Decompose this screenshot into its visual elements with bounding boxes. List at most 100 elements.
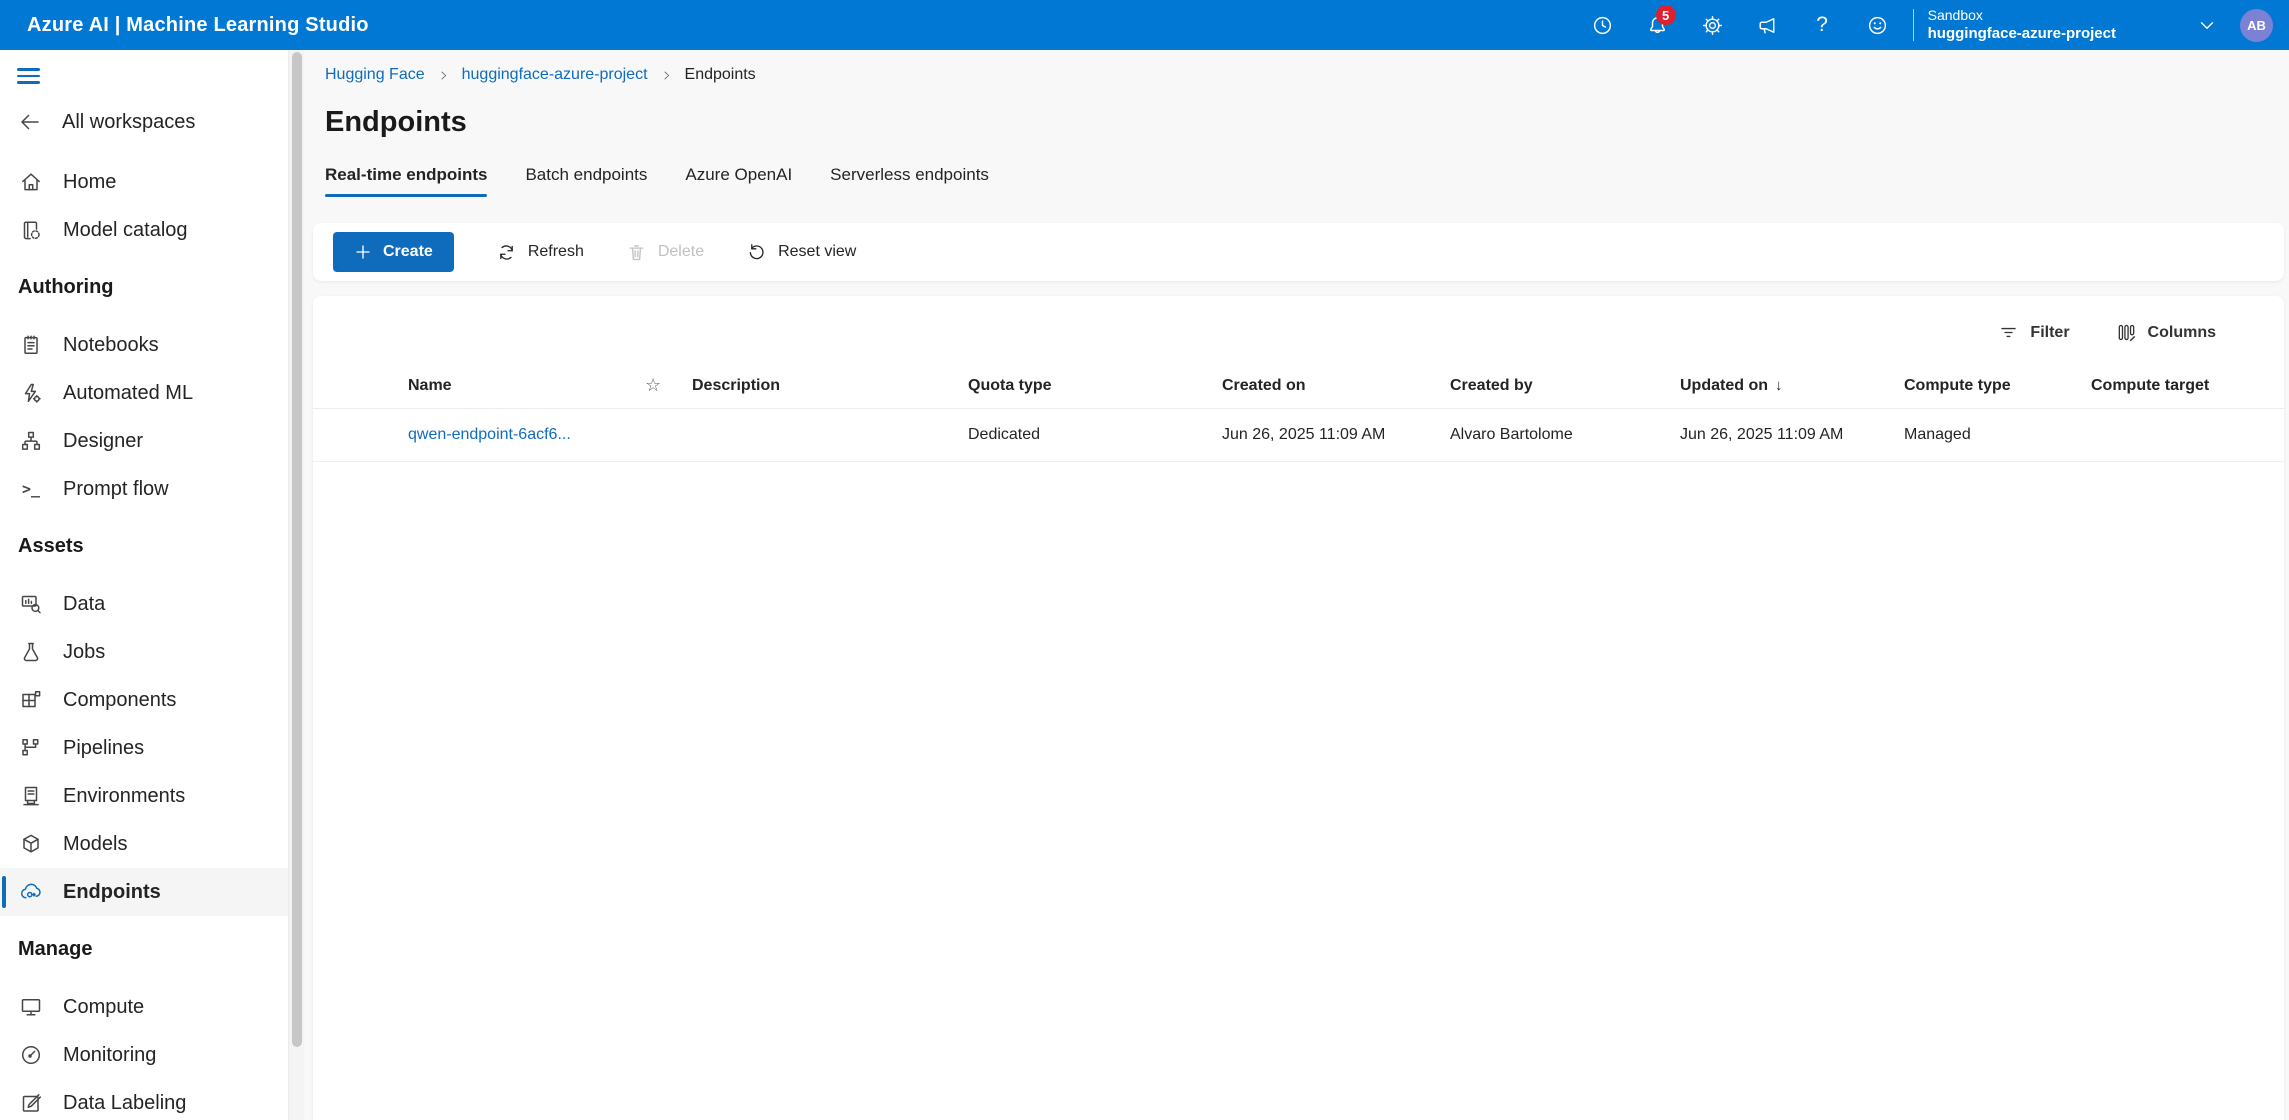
breadcrumb-hugging-face[interactable]: Hugging Face: [325, 66, 425, 84]
sidebar-item-home[interactable]: Home: [0, 158, 288, 206]
refresh-button[interactable]: Refresh: [496, 242, 584, 263]
sidebar-scrollbar-thumb[interactable]: [292, 52, 302, 1047]
sidebar-item-automated-ml[interactable]: Automated ML: [0, 369, 288, 417]
smiley-feedback-button[interactable]: [1850, 0, 1905, 50]
column-header-description[interactable]: Description: [692, 377, 968, 395]
command-bar: Create Refresh Delete Reset view: [313, 223, 2284, 281]
endpoints-cloud-icon: [19, 880, 43, 904]
cube-icon: [19, 832, 43, 856]
sidebar-item-label: Components: [63, 689, 176, 712]
history-button[interactable]: [1575, 0, 1630, 50]
undo-arrow-icon: [746, 242, 767, 263]
column-header-compute-target[interactable]: Compute target: [2091, 377, 2284, 395]
chevron-down-icon: [2196, 14, 2218, 36]
columns-button-label: Columns: [2148, 324, 2216, 342]
lightning-gear-icon: [19, 381, 43, 405]
flask-icon: [19, 640, 43, 664]
sidebar-item-model-catalog[interactable]: Model catalog: [0, 206, 288, 254]
workspace-switcher[interactable]: Sandbox huggingface-azure-project: [1928, 6, 2116, 44]
sidebar-item-label: Compute: [63, 996, 144, 1019]
breadcrumb-project[interactable]: huggingface-azure-project: [462, 66, 648, 84]
column-header-created-by[interactable]: Created by: [1450, 377, 1680, 395]
sidebar-item-notebooks[interactable]: Notebooks: [0, 321, 288, 369]
tab-serverless-endpoints[interactable]: Serverless endpoints: [830, 165, 989, 197]
sidebar-item-compute[interactable]: Compute: [0, 983, 288, 1031]
sidebar-item-monitoring[interactable]: Monitoring: [0, 1031, 288, 1079]
tab-azure-openai[interactable]: Azure OpenAI: [685, 165, 792, 197]
trash-icon: [626, 242, 647, 263]
sidebar-item-label: Prompt flow: [63, 478, 169, 501]
smiley-icon: [1866, 14, 1889, 37]
row-quota-type-cell: Dedicated: [968, 426, 1222, 444]
settings-button[interactable]: [1685, 0, 1740, 50]
filter-button[interactable]: Filter: [1998, 322, 2069, 343]
delete-button[interactable]: Delete: [626, 242, 704, 263]
nav-collapse-button[interactable]: [0, 58, 288, 94]
home-icon: [19, 170, 43, 194]
row-updated-on-cell: Jun 26, 2025 11:09 AM: [1680, 426, 1904, 444]
column-header-compute-type[interactable]: Compute type: [1904, 377, 2091, 395]
column-header-quota-type[interactable]: Quota type: [968, 377, 1222, 395]
breadcrumb: Hugging Face huggingface-azure-project E…: [325, 66, 2289, 84]
gauge-icon: [19, 1043, 43, 1067]
plus-icon: [354, 243, 372, 261]
filter-button-label: Filter: [2030, 324, 2069, 342]
table-controls: Filter Columns: [313, 296, 2284, 351]
label-pen-icon: [19, 1091, 43, 1115]
columns-button[interactable]: Columns: [2116, 322, 2216, 343]
column-header-name[interactable]: Name: [408, 377, 645, 395]
feedback-button[interactable]: [1740, 0, 1795, 50]
reset-view-button-label: Reset view: [778, 243, 856, 261]
create-button[interactable]: Create: [333, 232, 454, 272]
sidebar-item-designer[interactable]: Designer: [0, 417, 288, 465]
sidebar-item-pipelines[interactable]: Pipelines: [0, 724, 288, 772]
sidebar-item-label: Automated ML: [63, 382, 193, 405]
left-navigation: All workspaces Home Model catalog Author…: [0, 50, 288, 1120]
avatar[interactable]: AB: [2240, 9, 2273, 42]
all-workspaces-back[interactable]: All workspaces: [0, 100, 288, 144]
workspace-chevron-button[interactable]: [2196, 14, 2218, 36]
sidebar-scrollbar-track[interactable]: [288, 50, 304, 1120]
monitor-icon: [19, 995, 43, 1019]
column-header-created-on[interactable]: Created on: [1222, 377, 1450, 395]
sidebar-item-jobs[interactable]: Jobs: [0, 628, 288, 676]
sidebar-item-label: Model catalog: [63, 219, 188, 242]
favorite-star-icon[interactable]: ☆: [645, 375, 692, 396]
sidebar-item-label: Designer: [63, 430, 143, 453]
table-header-row: Name ☆ Description Quota type Created on…: [313, 363, 2284, 409]
reset-view-button[interactable]: Reset view: [746, 242, 856, 263]
sidebar-item-label: Home: [63, 171, 116, 194]
sidebar-item-data-labeling[interactable]: Data Labeling: [0, 1079, 288, 1120]
sidebar-item-prompt-flow[interactable]: >_ Prompt flow: [0, 465, 288, 513]
sort-descending-icon: ↓: [1775, 377, 1783, 394]
all-workspaces-label: All workspaces: [62, 111, 195, 134]
sidebar-item-environments[interactable]: Environments: [0, 772, 288, 820]
tab-batch-endpoints[interactable]: Batch endpoints: [525, 165, 647, 197]
sidebar-item-label: Data Labeling: [63, 1092, 186, 1115]
sidebar-item-endpoints[interactable]: Endpoints: [0, 868, 288, 916]
create-button-label: Create: [383, 243, 433, 261]
column-header-updated-on[interactable]: Updated on↓: [1680, 377, 1904, 395]
environments-icon: [19, 784, 43, 808]
sidebar-item-label: Environments: [63, 785, 185, 808]
chevron-right-icon: [660, 69, 673, 82]
selected-indicator: [2, 876, 6, 908]
sidebar-item-data[interactable]: Data: [0, 580, 288, 628]
sidebar-item-label: Pipelines: [63, 737, 144, 760]
table-row[interactable]: qwen-endpoint-6acf6... Dedicated Jun 26,…: [313, 409, 2284, 462]
filter-icon: [1998, 322, 2019, 343]
endpoint-name-link[interactable]: qwen-endpoint-6acf6...: [408, 426, 645, 444]
megaphone-icon: [1756, 14, 1779, 37]
sidebar-item-label: Notebooks: [63, 334, 159, 357]
tab-real-time-endpoints[interactable]: Real-time endpoints: [325, 165, 487, 197]
refresh-button-label: Refresh: [528, 243, 584, 261]
sidebar-item-models[interactable]: Models: [0, 820, 288, 868]
sidebar-section-authoring: Authoring: [0, 265, 288, 309]
app-title: Azure AI | Machine Learning Studio: [27, 14, 369, 37]
topbar-actions: 5 ? Sandbox huggingface-azure-project: [1575, 0, 2289, 50]
help-button[interactable]: ?: [1795, 0, 1850, 50]
gear-icon: [1701, 14, 1724, 37]
data-search-icon: [19, 592, 43, 616]
notifications-button[interactable]: 5: [1630, 0, 1685, 50]
sidebar-item-components[interactable]: Components: [0, 676, 288, 724]
